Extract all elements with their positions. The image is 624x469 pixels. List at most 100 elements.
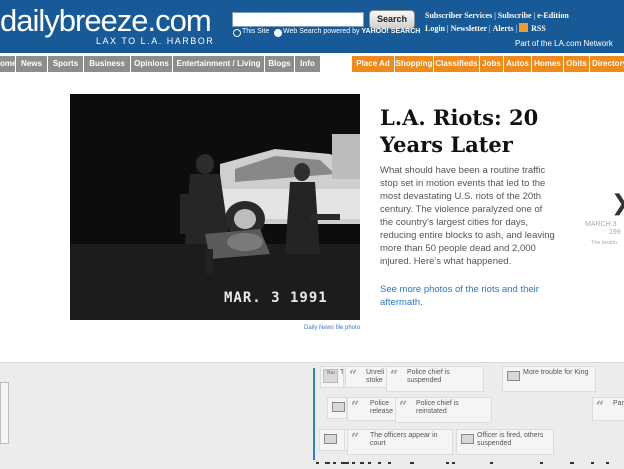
photo-credit: Daily News file photo: [304, 325, 361, 331]
timeline-card[interactable]: “ Unreli stoke: [345, 366, 387, 388]
nav-entertainment-living[interactable]: Entertainment / Living: [173, 56, 265, 72]
timeline-tick: [446, 462, 449, 464]
timeline-tick: [316, 462, 319, 464]
timeline-card[interactable]: “ Police chief is suspended: [386, 366, 484, 392]
nav-homes[interactable]: Homes: [532, 56, 564, 72]
youtube-icon: You: [323, 369, 338, 383]
timeline-tick: [606, 462, 609, 464]
card-label: T: [340, 369, 344, 376]
link-separator: |: [447, 24, 449, 33]
timeline-card[interactable]: [319, 429, 345, 451]
quote-icon: “: [596, 399, 605, 415]
timeline-tick: [388, 462, 391, 464]
nav-info[interactable]: Info: [295, 56, 321, 72]
link-subscriber-services[interactable]: Subscriber Services: [425, 11, 492, 20]
nav-shopping[interactable]: Shopping: [395, 56, 434, 72]
timeline-tick: [333, 462, 336, 464]
nav-news[interactable]: News: [16, 56, 48, 72]
next-arrow-icon[interactable]: ❯: [611, 191, 624, 216]
link-separator: |: [533, 11, 536, 20]
card-label: Police release: [370, 400, 393, 415]
picture-icon: [507, 371, 520, 381]
card-label: Unreli stoke: [366, 369, 385, 384]
riot-photo-image: [70, 94, 360, 320]
nav-autos[interactable]: Autos: [504, 56, 532, 72]
web-search-text: Web Search powered by: [283, 28, 360, 35]
next-slide-year: 199: [609, 229, 621, 236]
nav-jobs[interactable]: Jobs: [480, 56, 504, 72]
card-label: Police chief is suspended: [407, 369, 450, 384]
nav-home[interactable]: ome: [0, 56, 16, 72]
card-label: More trouble for King: [523, 369, 589, 376]
timeline-card[interactable]: More trouble for King: [502, 366, 596, 392]
timeline-tick: [591, 462, 594, 464]
feature-headline: L.A. Riots: 20 Years Later: [380, 105, 539, 157]
search-button[interactable]: Search: [369, 10, 415, 29]
nav-opinions[interactable]: Opinions: [131, 56, 173, 72]
timeline-tick: [360, 462, 364, 464]
link-login[interactable]: Login: [425, 24, 445, 33]
timeline-tick: [570, 462, 574, 464]
nav-place-ad[interactable]: Place Ad: [352, 56, 395, 72]
timeline-card[interactable]: [327, 397, 347, 419]
top-links-row1: Subscriber Services | Subscribe | e-Edition: [425, 11, 569, 20]
network-text: Part of the LA.com Network: [515, 39, 613, 48]
feature-photo[interactable]: [70, 94, 360, 320]
link-e-edition[interactable]: e-Edition: [537, 11, 569, 20]
link-alerts[interactable]: Alerts: [493, 24, 514, 33]
timeline-tick: [378, 462, 381, 464]
yahoo-search-logo: YAHOO! SEARCH: [361, 28, 421, 35]
site-logo[interactable]: dailybreeze.com: [0, 3, 212, 39]
timeline-tick: [341, 462, 349, 464]
nav-business[interactable]: Business: [84, 56, 131, 72]
link-separator: |: [494, 11, 496, 20]
link-subscribe[interactable]: Subscribe: [498, 11, 532, 20]
card-label: Police chief is reinstated: [416, 400, 459, 415]
timeline-scroll-handle[interactable]: [0, 382, 9, 444]
top-links-row2: Login | Newsletter | Alerts | RSS: [425, 23, 546, 33]
timeline-card[interactable]: Officer is fired, others suspended: [456, 429, 554, 455]
photo-timestamp: MAR. 3 1991: [224, 290, 328, 306]
quote-icon: “: [390, 368, 399, 384]
radio-web-search-label: Web Search powered by YAHOO! SEARCH: [283, 28, 420, 35]
nav-sports[interactable]: Sports: [48, 56, 84, 72]
nav-obits[interactable]: Obits: [564, 56, 590, 72]
timeline-tick: [325, 462, 330, 464]
timeline-card[interactable]: “ Par: [592, 397, 624, 421]
quote-icon: “: [399, 399, 408, 415]
picture-icon: [324, 434, 337, 444]
quote-icon: “: [351, 431, 360, 447]
timeline-card-video[interactable]: You T: [320, 366, 344, 388]
radio-this-site-label: This Site: [242, 28, 270, 35]
quote-icon: “: [351, 399, 360, 415]
search-input[interactable]: [232, 12, 364, 27]
nav-blogs[interactable]: Blogs: [265, 56, 295, 72]
card-label: Officer is fired, others suspended: [477, 432, 544, 447]
link-separator: |: [489, 24, 491, 33]
timeline-tick: [490, 462, 493, 464]
timeline-card[interactable]: “ Police release: [347, 397, 397, 421]
timeline-card[interactable]: “ Police chief is reinstated: [395, 397, 492, 423]
timeline-tick: [352, 462, 355, 464]
more-photos-link[interactable]: See more photos of the riots and their a…: [380, 283, 550, 309]
next-slide-caption: The beatin: [591, 240, 617, 246]
link-separator: |: [515, 24, 518, 33]
next-slide-date: MARCH 3: [585, 221, 617, 228]
link-rss[interactable]: RSS: [531, 24, 546, 33]
feature-summary: What should have been a routine traffic …: [380, 165, 555, 267]
radio-web-search[interactable]: [274, 29, 282, 37]
timeline-tick: [410, 462, 414, 464]
radio-this-site[interactable]: [233, 29, 241, 37]
timeline-tick: [368, 462, 371, 464]
picture-icon: [332, 402, 345, 412]
link-newsletter[interactable]: Newsletter: [451, 24, 487, 33]
timeline-card[interactable]: “ The officers appear in court: [347, 429, 453, 455]
site-tagline: LAX TO L.A. HARBOR: [96, 36, 215, 46]
nav-classifieds[interactable]: Classifieds: [434, 56, 480, 72]
quote-icon: “: [349, 368, 358, 384]
rss-icon[interactable]: [519, 23, 529, 32]
card-label: Par: [613, 400, 624, 407]
picture-icon: [461, 434, 474, 444]
timeline-tick: [540, 462, 543, 464]
nav-directory[interactable]: Directory: [590, 56, 624, 72]
